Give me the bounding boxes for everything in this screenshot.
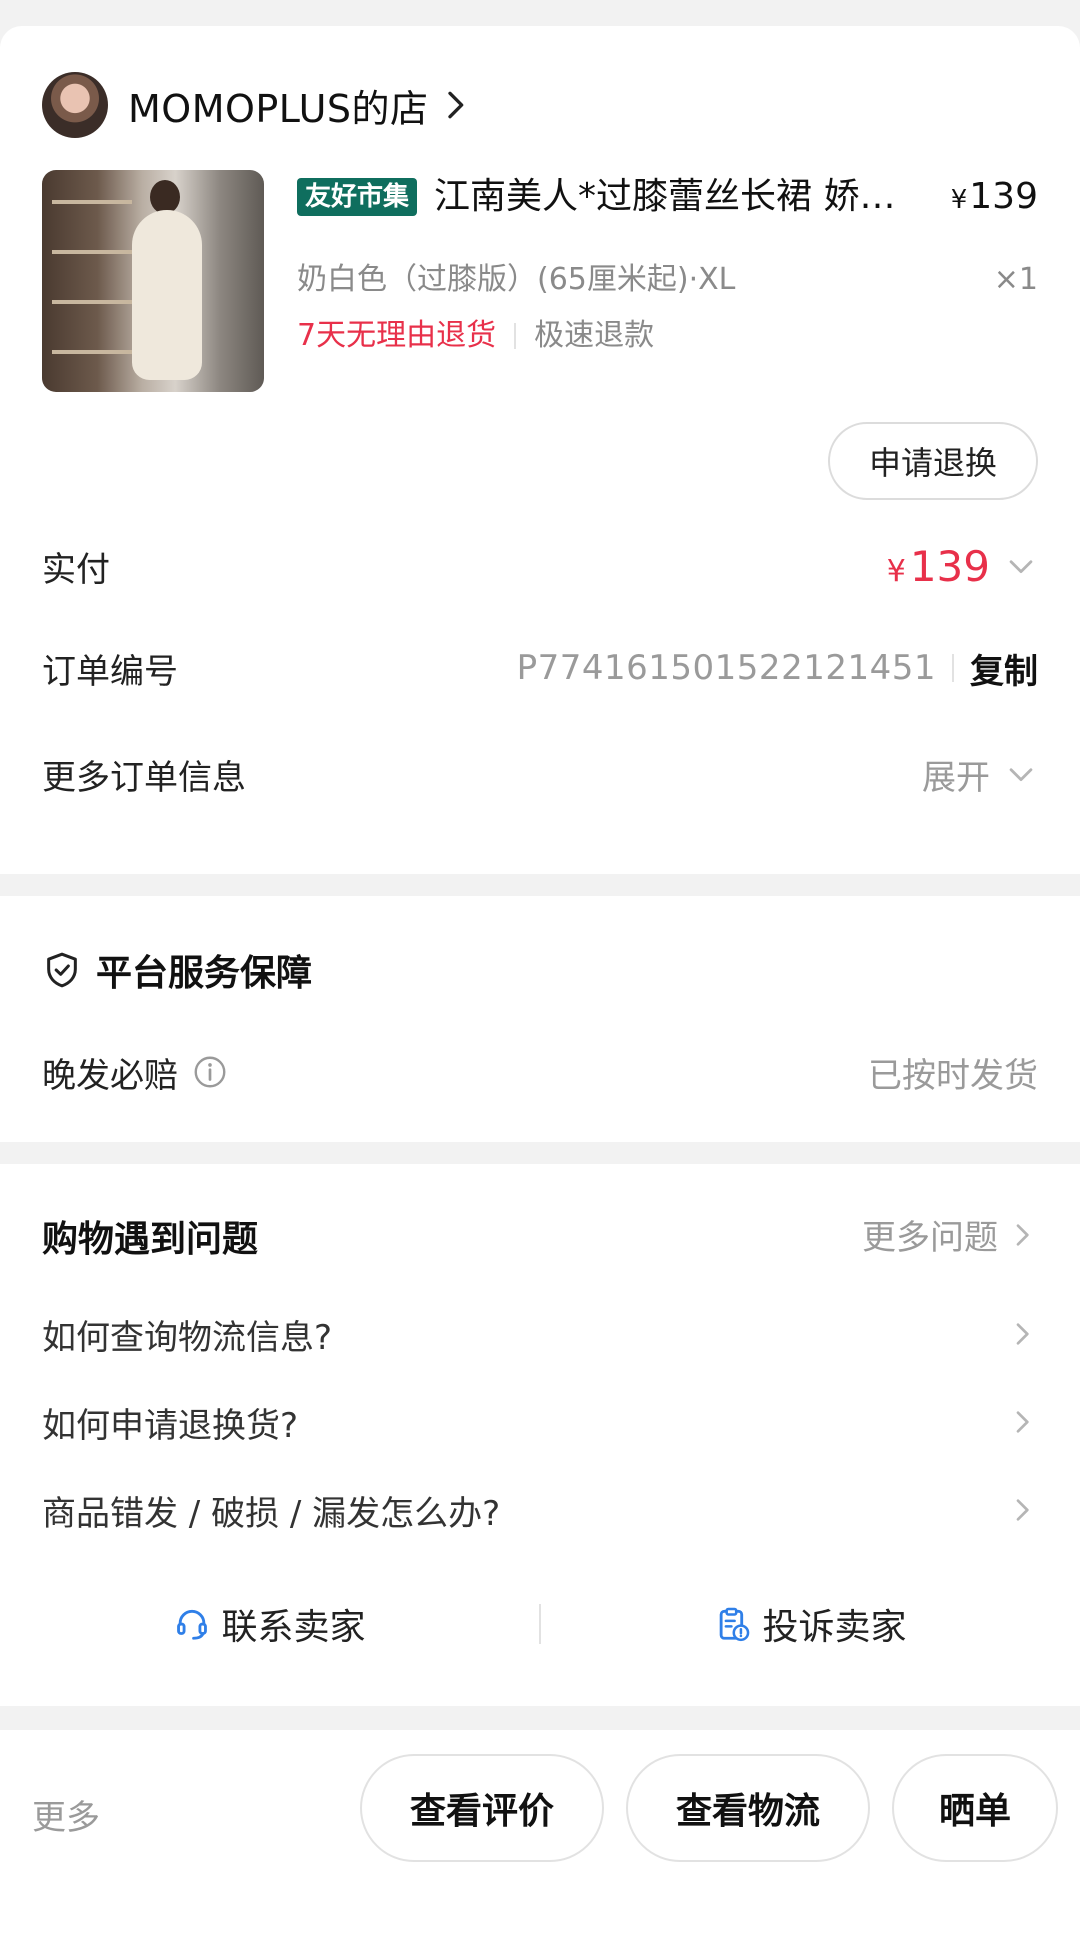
more-button[interactable]: 更多	[32, 1790, 100, 1839]
copy-button[interactable]: 复制	[970, 644, 1038, 693]
faq-question: 如何查询物流信息?	[42, 1317, 333, 1358]
guarantee-title: 平台服务保障	[96, 953, 313, 994]
faq-item[interactable]: 商品错发 / 破损 / 漏发怎么办?	[42, 1482, 1038, 1538]
faq-item[interactable]: 如何查询物流信息?	[42, 1306, 1038, 1362]
chevron-right-icon	[1016, 1323, 1029, 1345]
complain-seller-label: 投诉卖家	[762, 1607, 907, 1648]
headset-icon	[177, 1609, 208, 1640]
contact-seller-button[interactable]: 联系卖家	[0, 1598, 539, 1650]
complain-seller-button[interactable]: 投诉卖家	[541, 1598, 1080, 1650]
divider	[514, 323, 517, 349]
info-icon[interactable]	[192, 1054, 228, 1090]
share-order-button[interactable]: 晒单	[892, 1754, 1058, 1862]
return-7day-tag: 7天无理由退货	[297, 318, 497, 353]
shield-icon	[47, 952, 77, 988]
view-logistics-button[interactable]: 查看物流	[626, 1754, 870, 1862]
help-card: 购物遇到问题 更多问题 如何查询物流信息? 如何申请退换货? 商品错发 / 破损…	[0, 1164, 1080, 1706]
chevron-right-icon	[1016, 1499, 1029, 1521]
product-price-value: 139	[969, 176, 1038, 217]
bottom-action-bar: 更多 查看评价 查看物流 晒单	[0, 1730, 1080, 1944]
product-title[interactable]: 江南美人*过膝蕾丝长裙 娇…	[434, 172, 920, 222]
chevron-right-icon	[447, 91, 463, 119]
more-questions-label: 更多问题	[862, 1218, 998, 1258]
help-title: 购物遇到问题	[42, 1219, 259, 1260]
more-order-info-label: 更多订单信息	[42, 757, 246, 798]
faq-item[interactable]: 如何申请退换货?	[42, 1394, 1038, 1450]
product-quantity: ×1	[993, 262, 1038, 297]
paid-label: 实付	[42, 549, 110, 590]
service-guarantee-card: 平台服务保障 晚发必赔 已按时发货	[0, 896, 1080, 1142]
divider	[952, 654, 954, 682]
view-review-button[interactable]: 查看评价	[360, 1754, 604, 1862]
expand-label[interactable]: 展开	[922, 750, 990, 799]
fast-refund-tag: 极速退款	[534, 318, 655, 353]
shop-name: MOMOPLUS的店	[128, 86, 429, 131]
currency-symbol: ¥	[950, 185, 968, 215]
order-number-label: 订单编号	[42, 651, 178, 692]
currency-symbol: ¥	[886, 553, 906, 589]
chevron-right-icon	[1016, 1223, 1029, 1246]
guarantee-header: 平台服务保障	[42, 940, 312, 1000]
chevron-right-icon	[1016, 1411, 1029, 1433]
paid-amount-value: 139	[909, 541, 990, 591]
late-ship-status: 已按时发货	[868, 1055, 1038, 1096]
order-number-row: 订单编号 P774161501522121451 复制	[42, 638, 1038, 698]
return-exchange-button[interactable]: 申请退换	[828, 422, 1038, 500]
chevron-down-icon[interactable]	[1004, 549, 1038, 583]
order-number: P774161501522121451	[516, 648, 936, 688]
service-tags: 7天无理由退货 极速退款	[297, 314, 654, 358]
paid-row[interactable]: 实付 ¥139	[42, 536, 1038, 596]
clipboard-alert-icon	[720, 1607, 750, 1642]
order-card: MOMOPLUS的店 友好市集 江南美人*过膝蕾丝长裙 娇… ¥139 奶白色（…	[0, 26, 1080, 874]
paid-amount: ¥139	[887, 542, 990, 591]
late-ship-label: 晚发必赔	[42, 1055, 178, 1096]
late-ship-row: 晚发必赔 已按时发货	[42, 1042, 1038, 1102]
product-image[interactable]	[42, 170, 264, 392]
contact-seller-label: 联系卖家	[221, 1607, 366, 1648]
product-spec: 奶白色（过膝版）(65厘米起)·XL	[297, 262, 736, 297]
contact-bar: 联系卖家 投诉卖家	[0, 1584, 1080, 1664]
faq-question: 如何申请退换货?	[42, 1405, 299, 1446]
chevron-down-icon[interactable]	[1004, 757, 1038, 791]
faq-question: 商品错发 / 破损 / 漏发怎么办?	[42, 1493, 501, 1534]
product-price: ¥139	[951, 172, 1038, 225]
shop-avatar	[42, 72, 108, 138]
more-order-info-row[interactable]: 更多订单信息 展开	[42, 744, 1038, 804]
more-questions-link[interactable]: 更多问题	[862, 1210, 1038, 1259]
shop-header[interactable]: MOMOPLUS的店	[42, 70, 475, 140]
market-tag: 友好市集	[297, 178, 418, 216]
